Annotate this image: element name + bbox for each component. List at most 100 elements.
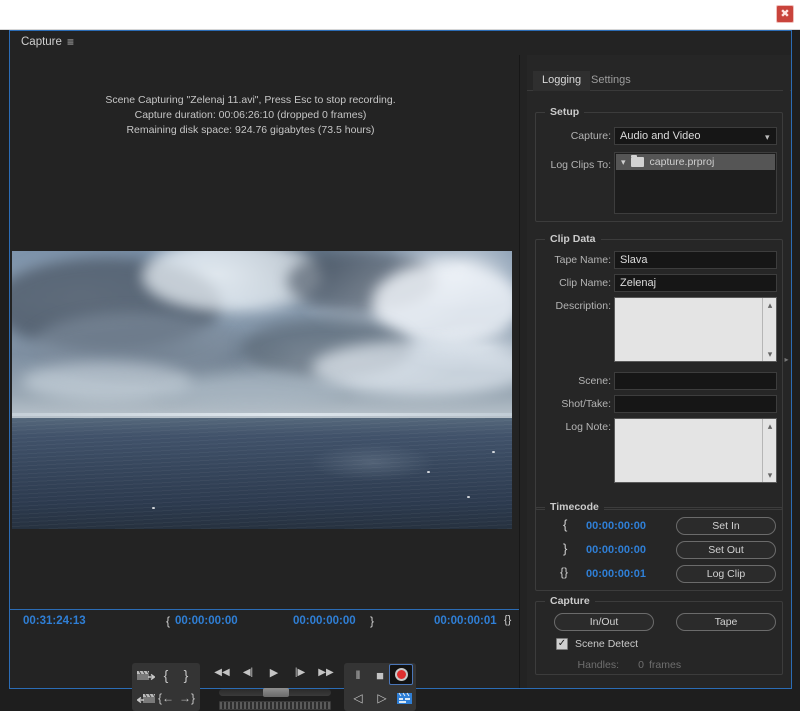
bin-name-label: capture.prproj [649,156,715,168]
cloud-bright-mid-right [312,339,512,396]
duration-icon: {} [504,614,512,626]
folder-icon [630,155,644,167]
bin-list-item[interactable]: ▾ capture.prproj [616,154,775,170]
capture-in-out-button[interactable]: In/Out [554,613,654,631]
goto-out-point-button[interactable]: →} [177,689,197,707]
sea-region [12,417,512,529]
timecode-in-icon: { [563,517,568,532]
timecode-out-point[interactable]: 00:00:00:00 [293,615,356,627]
setup-group: Setup Capture: Audio and Video ▾ Log Cli… [535,106,783,222]
os-titlebar: ✖ [0,0,800,30]
log-note-scrollbar[interactable]: ▴ ▾ [762,419,776,482]
description-scrollbar[interactable]: ▴ ▾ [762,298,776,361]
stop-button[interactable]: ■ [371,667,389,683]
timecode-duration-value[interactable]: 00:00:00:01 [586,568,646,580]
record-button[interactable] [389,664,413,685]
capture-window: Capture ≡ Scene Capturing "Zelenaj 11.av… [9,30,792,711]
log-note-textarea[interactable]: ▴ ▾ [614,418,777,483]
record-dot-icon [394,668,408,681]
scene-detect-label: Scene Detect [575,638,639,650]
log-clips-bin-list[interactable]: ▾ capture.prproj [614,152,777,214]
step-forward-button[interactable]: |▶ [290,665,310,681]
logging-panel: Logging Settings Setup Capture: Audio an… [527,55,791,688]
timecode-out-value[interactable]: 00:00:00:00 [586,544,646,556]
tape-name-input[interactable] [614,251,777,269]
shot-take-label: Shot/Take: [561,398,611,410]
log-clips-to-label: Log Clips To: [550,159,611,171]
capture-status-text: Scene Capturing "Zelenaj 11.avi", Press … [10,93,519,138]
timecode-duration[interactable]: 00:00:00:01 [434,615,497,627]
close-icon[interactable]: ✖ [776,5,794,23]
timecode-group: Timecode { 00:00:00:00 Set In } 00:00:00… [535,501,783,591]
set-out-button[interactable]: } [178,666,194,684]
capture-select[interactable]: Audio and Video [614,127,777,145]
water-sparkle [152,506,155,509]
slow-forward-button[interactable]: ▷ [372,689,392,707]
set-in-clapper-icon[interactable] [136,666,156,684]
set-in-button[interactable]: Set In [676,517,776,535]
panel-scrollbar[interactable]: ▸ [783,55,790,688]
shuttle-handle[interactable] [263,688,289,697]
chevron-up-icon[interactable]: ▴ [763,420,777,432]
hamburger-menu-icon[interactable]: ≡ [67,35,74,49]
capture-panel-tab[interactable]: Capture [21,36,62,48]
logging-tabstrip: Logging Settings [527,71,791,91]
rewind-button[interactable]: ◀◀ [212,665,232,681]
shot-take-input[interactable] [614,395,777,413]
chevron-down-icon[interactable]: ▾ [763,469,777,481]
scrollbar-thumb-icon[interactable]: ▸ [783,355,790,365]
handles-label: Handles: [577,659,619,671]
timecode-out-icon: } [563,541,568,556]
out-point-icon: } [370,614,375,628]
capture-group-title: Capture [545,595,595,607]
status-line-disk-space: Remaining disk space: 924.76 gigabytes (… [126,124,375,136]
clip-data-group-title: Clip Data [545,233,601,245]
goto-in-clapper-icon[interactable] [136,689,156,707]
panel-divider[interactable] [519,55,527,688]
status-line-duration: Capture duration: 00:06:26:10 (dropped 0… [134,109,367,121]
pause-button[interactable]: ‖ [349,667,367,683]
play-button[interactable]: ▶ [264,665,284,681]
set-out-button[interactable]: Set Out [676,541,776,559]
scene-clapperboard-icon[interactable] [394,689,414,707]
scene-input[interactable] [614,372,777,390]
tape-name-label: Tape Name: [554,254,611,266]
log-clip-button[interactable]: Log Clip [676,565,776,583]
timecode-in-value[interactable]: 00:00:00:00 [586,520,646,532]
water-sparkle [467,495,470,498]
chevron-down-icon[interactable]: ▾ [621,157,626,168]
capture-monitor: Scene Capturing "Zelenaj 11.avi", Press … [10,55,519,688]
status-line-capturing: Scene Capturing "Zelenaj 11.avi", Press … [105,94,396,106]
timecode-duration-icon: {} [560,565,569,579]
capture-tape-button[interactable]: Tape [676,613,776,631]
set-in-button[interactable]: { [158,666,174,684]
capture-group: Capture In/Out Tape ✓ Scene Detect Handl… [535,595,783,675]
goto-in-point-button[interactable]: {← [156,689,176,707]
handles-units: frames [649,659,682,671]
step-back-button[interactable]: ◀| [238,665,258,681]
tab-settings[interactable]: Settings [582,71,640,91]
setup-group-title: Setup [545,106,585,118]
inout-button-group: { } {← →} [132,663,200,711]
description-textarea[interactable]: ▴ ▾ [614,297,777,362]
description-label: Description: [555,300,611,312]
chevron-down-icon[interactable]: ▾ [763,348,777,360]
timecode-group-title: Timecode [545,501,604,513]
handles-value[interactable]: 0 [626,659,644,671]
timecode-in-point[interactable]: 00:00:00:00 [175,615,238,627]
chevron-up-icon[interactable]: ▴ [763,299,777,311]
panel-header: Capture ≡ [10,31,791,55]
clip-name-label: Clip Name: [559,277,611,289]
horizon-line [12,413,512,417]
scene-label: Scene: [578,375,611,387]
slow-reverse-button[interactable]: ◁ [348,689,368,707]
jog-wheel[interactable] [219,701,331,710]
timecode-current[interactable]: 00:31:24:13 [23,615,86,627]
scene-detect-checkbox[interactable]: ✓ [556,638,568,650]
fast-forward-button[interactable]: ▶▶ [316,665,336,681]
scene-detect-checkbox-row[interactable]: ✓ Scene Detect [556,638,638,650]
log-note-label: Log Note: [565,421,611,433]
video-preview[interactable] [12,251,512,529]
water-sparkle [427,470,430,473]
clip-name-input[interactable] [614,274,777,292]
